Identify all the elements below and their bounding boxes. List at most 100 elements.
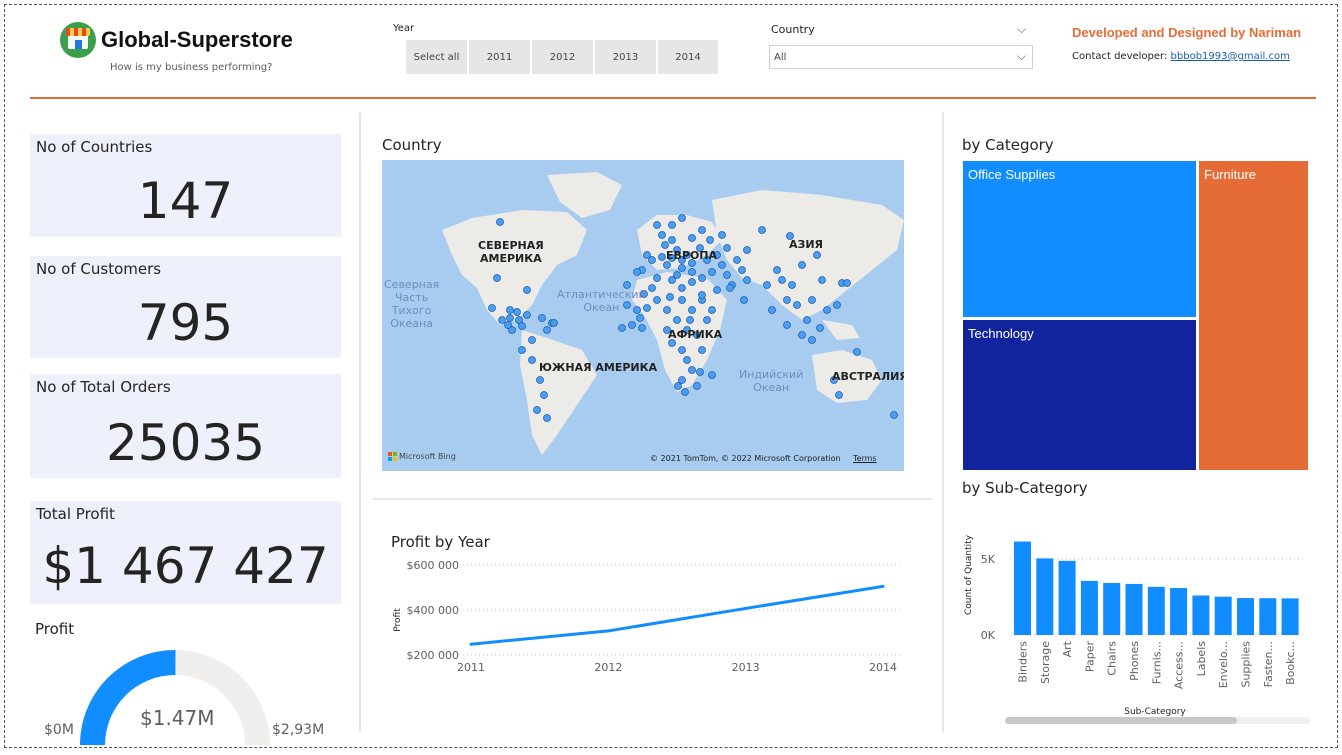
- map-point: [506, 314, 514, 322]
- map-point: [678, 296, 686, 304]
- developer-contact: Contact developer: bbbob1993@gmail.com: [1072, 51, 1290, 62]
- map-label-north-america: СЕВЕРНАЯ АМЕРИКА: [478, 239, 544, 265]
- y-tick-label: $200 000: [407, 649, 460, 662]
- map-point: [498, 316, 506, 324]
- x-tick-label: Fasten...: [1262, 641, 1275, 687]
- map-point: [833, 301, 841, 309]
- map-point: [681, 388, 689, 396]
- x-tick-label: Phones: [1128, 641, 1141, 681]
- map-point: [718, 261, 726, 269]
- map-point: [678, 346, 686, 354]
- year-option-2011[interactable]: 2011: [469, 40, 530, 74]
- y-tick-label: $600 000: [407, 559, 460, 572]
- treemap-technology[interactable]: Technology: [962, 319, 1197, 471]
- map-canvas: [442, 172, 904, 455]
- map-point: [678, 264, 686, 272]
- map-point: [488, 304, 496, 312]
- subcategory-bar: [1147, 586, 1165, 635]
- year-option-2013[interactable]: 2013: [595, 40, 656, 74]
- map-point: [698, 274, 706, 282]
- map-point: [528, 336, 536, 344]
- country-map[interactable]: СЕВЕРНАЯ АМЕРИКА ЕВРОПА АЗИЯ АФРИКА ЮЖНА…: [382, 160, 904, 471]
- map-landmass: [822, 320, 860, 340]
- country-dropdown[interactable]: All ⌵: [769, 45, 1033, 69]
- map-point: [693, 382, 701, 390]
- kpi-label: No of Total Orders: [36, 378, 171, 396]
- kpi-label: No of Customers: [36, 260, 162, 278]
- map-point: [816, 324, 824, 332]
- map-point: [668, 236, 676, 244]
- kpi-card-customers: No of Customers 795: [30, 256, 341, 358]
- map-point: [708, 268, 716, 276]
- map-label-pacific: Северная Часть Тихого Океана: [384, 278, 440, 330]
- map-point: [543, 326, 551, 334]
- map-point: [658, 231, 666, 239]
- map-point: [513, 308, 521, 316]
- y-tick-label: $400 000: [407, 604, 460, 617]
- map-point: [698, 291, 706, 299]
- map-point: [673, 316, 681, 324]
- map-point: [493, 274, 501, 282]
- subcategory-bar: [1170, 588, 1188, 635]
- chevron-down-icon: ⌵: [1016, 49, 1026, 63]
- map-title: Country: [382, 136, 442, 154]
- map-point: [758, 226, 766, 234]
- subcategory-bar-chart: 0K 5K Count of Quantity Binders Storage Art Pa…: [964, 534, 1310, 724]
- map-point: [540, 391, 548, 399]
- map-landmass: [520, 330, 597, 455]
- x-tick-label: Storage: [1039, 641, 1052, 684]
- map-point: [823, 306, 831, 314]
- map-label-africa: АФРИКА: [668, 328, 723, 341]
- gauge-min: $0M: [44, 722, 74, 738]
- map-point: [803, 316, 811, 324]
- map-terms-link[interactable]: Terms: [853, 454, 877, 463]
- map-point: [813, 251, 821, 259]
- kpi-card-orders: No of Total Orders 25035: [30, 374, 341, 478]
- map-point: [688, 306, 696, 314]
- year-option-2012[interactable]: 2012: [532, 40, 593, 74]
- map-point: [708, 371, 716, 379]
- header-divider: [30, 97, 1316, 99]
- year-option-select-all[interactable]: Select all: [406, 40, 467, 74]
- x-axis-label: Sub-Category: [1124, 707, 1186, 717]
- contact-email-link[interactable]: bbbob1993@gmail.com: [1171, 51, 1290, 62]
- bing-attribution: Microsoft Bing: [388, 452, 456, 461]
- treemap-office-supplies[interactable]: Office Supplies: [962, 160, 1197, 318]
- map-point: [733, 256, 741, 264]
- map-point: [793, 301, 801, 309]
- profit-point: [606, 629, 610, 633]
- map-point: [533, 406, 541, 414]
- map-point: [633, 268, 641, 276]
- kpi-card-profit: Total Profit $1 467 427: [30, 501, 341, 604]
- map-landmass: [547, 172, 622, 218]
- gauge-fill: [80, 650, 176, 745]
- profit-point: [881, 584, 885, 588]
- year-option-2014[interactable]: 2014: [658, 40, 718, 74]
- map-point: [768, 306, 776, 314]
- treemap-label: Furniture: [1204, 167, 1257, 182]
- microsoft-logo-icon: [388, 452, 397, 461]
- scrollbar-thumb[interactable]: [1005, 717, 1237, 724]
- y-axis-label: Count of Quantity: [964, 534, 974, 615]
- map-point: [708, 306, 716, 314]
- profit-point: [744, 606, 748, 610]
- map-label-europe: ЕВРОПА: [666, 249, 718, 262]
- store-logo-icon: [60, 22, 96, 58]
- bar-chart-title: by Sub-Category: [962, 479, 1088, 497]
- profit-line-chart: $200 000 $400 000 $600 000 Profit 2011 2012 20…: [393, 559, 903, 674]
- treemap-furniture[interactable]: Furniture: [1198, 160, 1309, 471]
- subcategory-bar: [1058, 560, 1076, 635]
- subcategory-bar: [1036, 558, 1054, 635]
- kpi-card-countries: No of Countries 147: [30, 134, 341, 237]
- map-point: [835, 391, 843, 399]
- map-point: [808, 296, 816, 304]
- map-point: [658, 253, 666, 261]
- map-point: [818, 276, 826, 284]
- section-divider: [373, 498, 932, 500]
- map-point: [523, 286, 531, 294]
- year-slicer: Select all 2011 2012 2013 2014: [406, 40, 718, 74]
- subcategory-bar: [1080, 580, 1098, 635]
- map-point: [853, 348, 861, 356]
- x-tick-label: 2014: [869, 661, 897, 674]
- chevron-down-icon[interactable]: ⌵: [1017, 22, 1026, 37]
